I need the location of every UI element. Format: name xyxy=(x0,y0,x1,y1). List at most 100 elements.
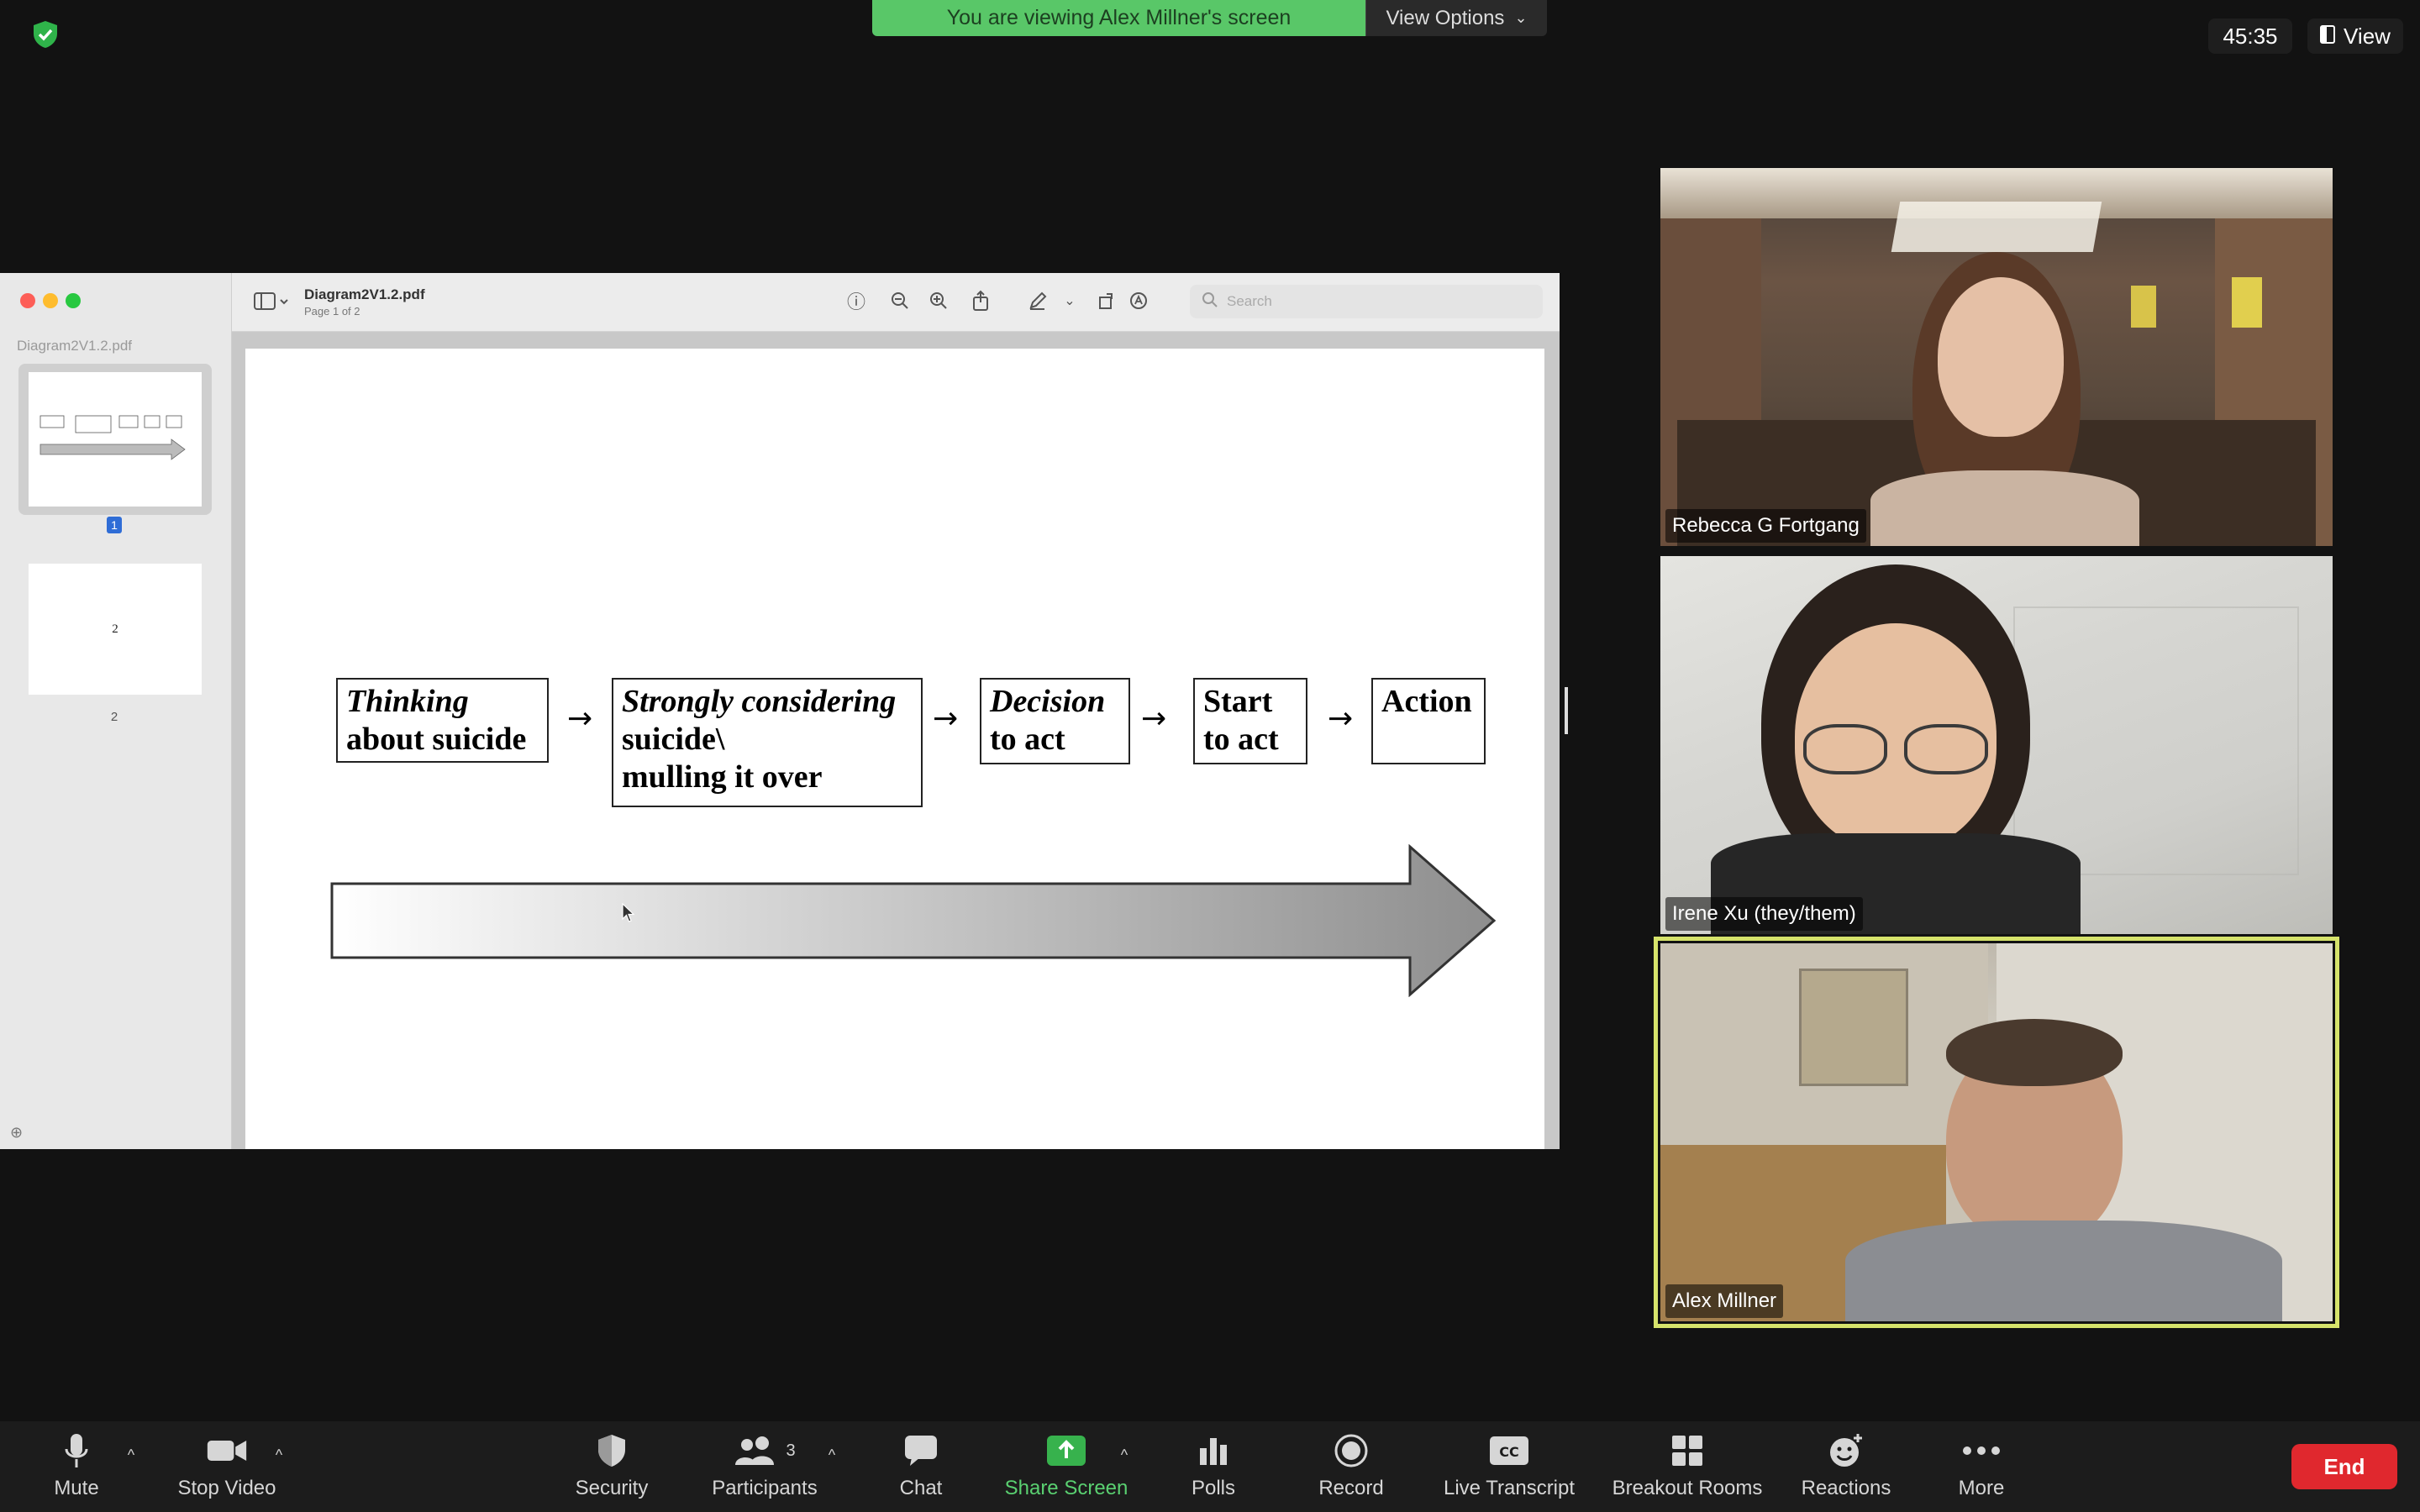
microphone-icon xyxy=(55,1431,97,1470)
live-transcript-label: Live Transcript xyxy=(1443,1477,1576,1499)
video-camera-icon xyxy=(206,1431,248,1470)
stage-line: Strongly considering xyxy=(622,684,897,719)
stage-line: Decision xyxy=(990,684,1106,719)
chevron-down-icon: ⌄ xyxy=(1514,9,1528,26)
breakout-rooms-button[interactable]: Breakout Rooms xyxy=(1605,1430,1770,1505)
chat-label: Chat xyxy=(899,1477,943,1499)
participant-name-label: Irene Xu (they/them) xyxy=(1665,897,1863,931)
shoulders xyxy=(1870,470,2139,546)
thumbnail-sidebar: Diagram2V1.2.pdf 1 2 2 ⊕ xyxy=(0,273,232,1149)
page-1-number: 1 xyxy=(107,517,122,533)
stage-line: Action xyxy=(1381,684,1472,719)
markup-pen-icon[interactable] xyxy=(1025,288,1050,313)
security-label: Security xyxy=(575,1477,649,1499)
breakout-rooms-icon xyxy=(1666,1431,1708,1470)
page-2-content: 2 xyxy=(112,622,118,636)
flow-arrow: → xyxy=(567,701,593,736)
stage-box-thinking: Thinking about suicide xyxy=(336,678,549,763)
bar-chart-icon xyxy=(1192,1431,1234,1470)
close-window-button[interactable] xyxy=(20,293,35,308)
polls-button[interactable]: Polls xyxy=(1180,1430,1247,1505)
hair xyxy=(1946,1019,2123,1086)
fullscreen-window-button[interactable] xyxy=(66,293,81,308)
info-icon[interactable]: ⓘ xyxy=(844,288,869,313)
chat-bubble-icon xyxy=(900,1431,942,1470)
wall-poster xyxy=(2131,286,2156,328)
participants-icon: 3 xyxy=(727,1431,802,1470)
participant-name-label: Rebecca G Fortgang xyxy=(1665,509,1866,543)
progression-arrow xyxy=(330,844,1497,997)
security-button[interactable]: Security xyxy=(563,1430,660,1505)
end-meeting-button[interactable]: End xyxy=(2291,1444,2397,1489)
face xyxy=(1938,277,2064,437)
stage-line: to act xyxy=(990,722,1065,757)
zoom-out-icon[interactable] xyxy=(887,288,913,313)
mute-options-caret[interactable]: ^ xyxy=(123,1446,139,1463)
reactions-button[interactable]: Reactions xyxy=(1797,1430,1896,1505)
stage-box-considering: Strongly considering suicide\ mulling it… xyxy=(612,678,923,807)
search-icon xyxy=(1202,291,1218,312)
polls-label: Polls xyxy=(1191,1477,1236,1499)
annotate-icon[interactable] xyxy=(1126,288,1151,313)
mute-button[interactable]: Mute xyxy=(42,1430,111,1505)
sidebar-filename: Diagram2V1.2.pdf xyxy=(17,338,133,354)
preview-toolbar: Diagram2V1.2.pdf Page 1 of 2 ⓘ ⌄ Search xyxy=(232,273,1560,332)
share-options-caret[interactable]: ^ xyxy=(1116,1446,1133,1463)
resize-handle[interactable] xyxy=(1565,687,1568,734)
stop-video-button[interactable]: Stop Video xyxy=(168,1430,286,1505)
view-options-button[interactable]: View Options ⌄ xyxy=(1365,0,1547,36)
sidebar-toggle-icon[interactable] xyxy=(254,291,292,312)
chevron-down-icon[interactable]: ⌄ xyxy=(1057,288,1082,313)
ceiling-light xyxy=(1891,202,2102,252)
video-tile-alex[interactable]: Alex Millner xyxy=(1660,943,2333,1321)
sweater xyxy=(1845,1221,2282,1321)
layout-icon xyxy=(2320,24,2336,50)
share-icon[interactable] xyxy=(968,288,993,313)
chat-button[interactable]: Chat xyxy=(887,1430,955,1505)
stage-line: to act xyxy=(1203,722,1279,757)
more-dots-icon xyxy=(1960,1431,2002,1470)
view-layout-button[interactable]: View xyxy=(2307,18,2403,54)
stage-line: Thinking xyxy=(346,684,469,719)
document-page-indicator: Page 1 of 2 xyxy=(304,305,360,318)
participants-count: 3 xyxy=(786,1441,796,1460)
record-label: Record xyxy=(1318,1477,1384,1499)
search-field[interactable]: Search xyxy=(1190,285,1543,318)
more-button[interactable]: More xyxy=(1949,1430,2013,1505)
breakout-rooms-label: Breakout Rooms xyxy=(1612,1477,1763,1499)
closed-caption-icon: CC xyxy=(1488,1431,1530,1470)
shield-icon xyxy=(591,1431,633,1470)
live-transcript-button[interactable]: CC Live Transcript xyxy=(1434,1430,1585,1505)
video-options-caret[interactable]: ^ xyxy=(271,1446,287,1463)
stage-box-action: Action xyxy=(1371,678,1486,764)
video-tile-rebecca[interactable]: Rebecca G Fortgang xyxy=(1660,168,2333,546)
participants-options-caret[interactable]: ^ xyxy=(823,1446,840,1463)
participants-button[interactable]: 3 Participants xyxy=(706,1430,823,1505)
record-button[interactable]: Record xyxy=(1311,1430,1392,1505)
page-2-thumbnail[interactable]: 2 xyxy=(29,564,202,695)
stage-box-start: Start to act xyxy=(1193,678,1307,764)
whiteboard-drawings xyxy=(2013,606,2299,875)
stage-line: Start xyxy=(1203,684,1273,719)
add-page-icon[interactable]: ⊕ xyxy=(10,1124,27,1141)
view-options-label: View Options xyxy=(1386,6,1505,29)
video-tile-irene[interactable]: Irene Xu (they/them) xyxy=(1660,556,2333,934)
stage-line: mulling it over xyxy=(622,759,823,795)
page-1-thumbnail[interactable] xyxy=(29,372,202,507)
wall-poster xyxy=(2232,277,2262,328)
reactions-label: Reactions xyxy=(1801,1477,1891,1499)
rotate-icon[interactable] xyxy=(1094,288,1119,313)
flow-arrow: → xyxy=(933,701,959,736)
glasses-right xyxy=(1904,724,1988,774)
security-shield-icon[interactable] xyxy=(32,20,59,49)
meeting-toolbar: Mute ^ Stop Video ^ Security 3 Participa… xyxy=(0,1421,2420,1512)
share-screen-label: Share Screen xyxy=(1004,1477,1128,1499)
minimize-window-button[interactable] xyxy=(43,293,58,308)
stop-video-label: Stop Video xyxy=(177,1477,276,1499)
pdf-page: Thinking about suicide → Strongly consid… xyxy=(245,349,1544,1149)
search-placeholder: Search xyxy=(1227,293,1272,309)
glasses-left xyxy=(1803,724,1887,774)
share-screen-button[interactable]: Share Screen xyxy=(997,1430,1136,1505)
page-2-number: 2 xyxy=(110,710,118,724)
zoom-in-icon[interactable] xyxy=(926,288,951,313)
